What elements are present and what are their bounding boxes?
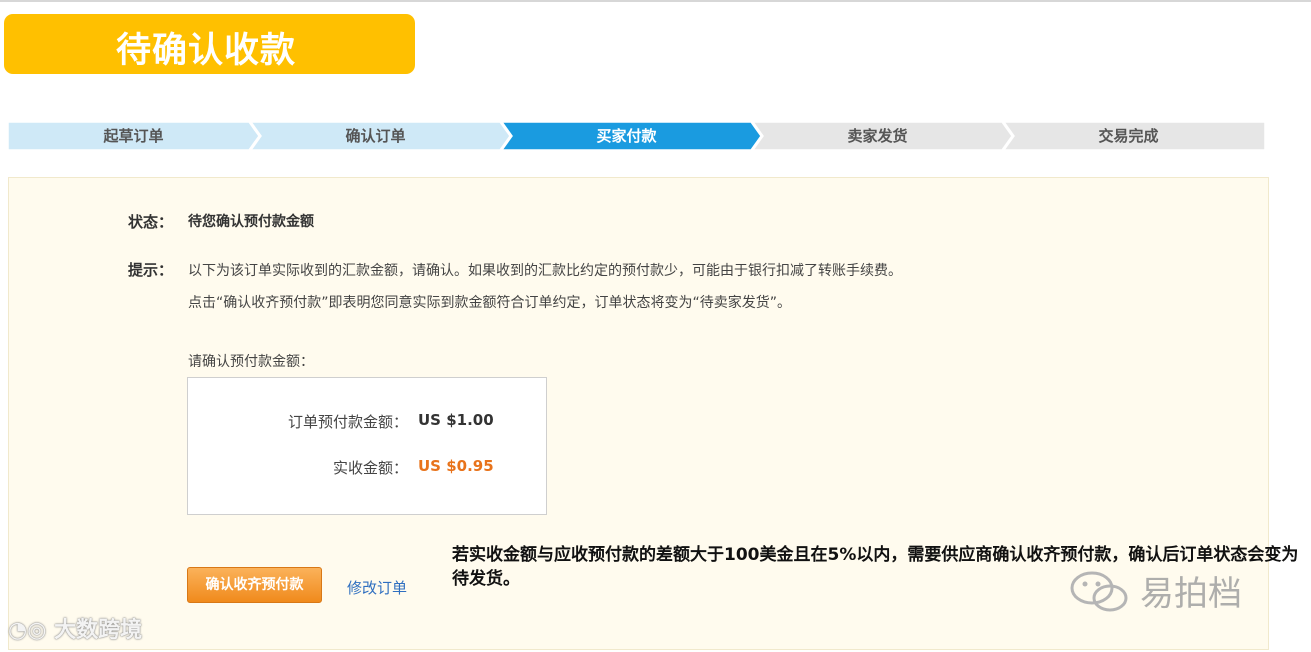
received-amount-value: US $0.95 [418, 457, 494, 475]
step-seller-shipping: 卖家发货 [847, 127, 908, 145]
status-label: 状态： [128, 213, 174, 231]
page-title: 待确认收款 [116, 31, 297, 71]
amount-box: 订单预付款金额： US $1.00 实收金额： US $0.95 [187, 377, 547, 515]
watermark-left: ◔◎ 大数跨境 [8, 612, 142, 644]
progress-steps: 起草订单 确认订单 买家付款 卖家发货 交易完成 [8, 122, 1265, 150]
confirm-prepayment-button[interactable]: 确认收齐预付款 [187, 567, 322, 603]
hint-line-2: 点击“确认收齐预付款”即表明您同意实际到款金额符合订单约定，订单状态将变为“待卖… [188, 295, 792, 311]
received-amount-label: 实收金额： [332, 459, 408, 477]
wechat-icon [1070, 571, 1128, 612]
step-draft-order: 起草订单 [103, 127, 164, 145]
status-value: 待您确认预付款金额 [188, 214, 314, 230]
watermark-right-text: 易拍档 [1140, 574, 1242, 614]
watermark-left-text: 大数跨境 [54, 618, 143, 643]
step-trade-complete: 交易完成 [1098, 127, 1159, 145]
top-divider [0, 0, 1311, 2]
step-confirm-order: 确认订单 [345, 127, 406, 145]
step-buyer-payment: 买家付款 [596, 127, 657, 145]
watermark-left-logo-icon: ◔◎ [8, 618, 55, 643]
order-prepay-value: US $1.00 [418, 411, 494, 429]
confirm-amount-prompt: 请确认预付款金额： [188, 354, 314, 370]
hint-label: 提示： [128, 261, 174, 279]
page-title-banner: 待确认收款 [4, 14, 415, 74]
hint-line-1: 以下为该订单实际收到的汇款金额，请确认。如果收到的汇款比约定的预付款少，可能由于… [188, 263, 902, 279]
order-prepay-label: 订单预付款金额： [287, 413, 408, 431]
modify-order-link[interactable]: 修改订单 [347, 577, 407, 598]
